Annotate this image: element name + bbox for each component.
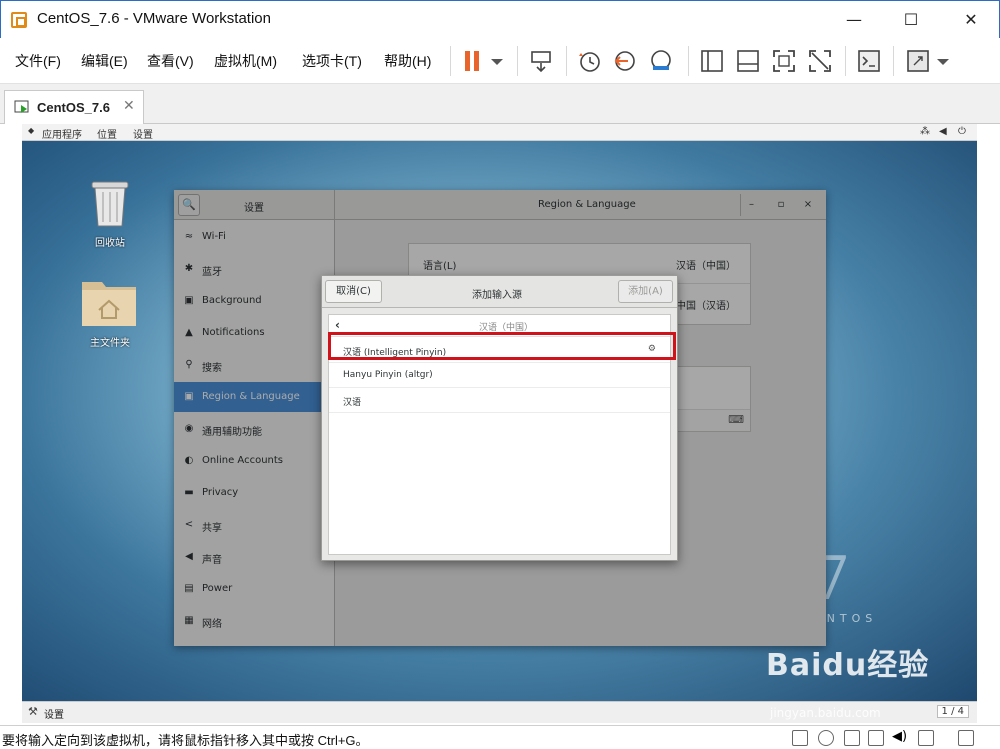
send-ctrl-alt-del-icon[interactable] <box>528 48 554 74</box>
trash-icon[interactable] <box>88 176 132 228</box>
maximize-button[interactable]: ☐ <box>886 1 936 39</box>
menubar: 文件(F) 编辑(E) 查看(V) 虚拟机(M) 选项卡(T) 帮助(H) <box>0 38 1000 84</box>
tabbar: CentOS_7.6 ✕ <box>0 84 1000 124</box>
guest-screen[interactable]: ◆ 应用程序 位置 设置 ⁂ ◀ ⏻ 回收站 主文件夹 7 CENTOS 🔍 设… <box>22 124 977 701</box>
toolbar-separator <box>893 46 894 76</box>
toolbar-separator <box>450 46 451 76</box>
toolbar-separator <box>845 46 846 76</box>
toolbar-separator <box>517 46 518 76</box>
display-icon[interactable] <box>918 730 934 746</box>
home-folder-label: 主文件夹 <box>90 338 130 349</box>
stretch-guest-icon[interactable] <box>905 48 931 74</box>
status-message: 要将输入定向到该虚拟机，请将鼠标指针移入其中或按 Ctrl+G。 <box>2 733 369 748</box>
menu-edit[interactable]: 编辑(E) <box>81 51 128 71</box>
window-title: CentOS_7.6 - VMware Workstation <box>37 10 271 27</box>
workspace-indicator[interactable]: 1 / 4 <box>936 705 969 718</box>
statusbar: 要将输入定向到该虚拟机，请将鼠标指针移入其中或按 Ctrl+G。 ◀) <box>0 725 1000 749</box>
chevron-left-icon[interactable]: ‹ <box>335 318 340 332</box>
dialog-title: 添加输入源 <box>472 290 522 301</box>
vmware-titlebar: CentOS_7.6 - VMware Workstation — ☐ ✕ <box>0 0 1000 38</box>
applications-menu[interactable]: 应用程序 <box>42 126 82 141</box>
vm-tab-icon <box>14 100 29 113</box>
vmware-app-icon <box>11 12 27 28</box>
menu-tabs[interactable]: 选项卡(T) <box>302 51 362 71</box>
trash-label: 回收站 <box>95 238 125 249</box>
baidu-watermark: Baidu经验 <box>766 648 930 683</box>
list-item[interactable]: 汉语 <box>329 388 670 413</box>
full-screen-icon[interactable] <box>771 48 797 74</box>
stretch-dropdown-icon[interactable] <box>933 48 953 74</box>
network-adapter-icon[interactable] <box>844 730 860 746</box>
revert-snapshot-icon[interactable] <box>612 48 638 74</box>
toolbar-separator <box>566 46 567 76</box>
tab-centos[interactable]: CentOS_7.6 ✕ <box>4 90 144 124</box>
list-item-label: 汉语 <box>343 398 362 408</box>
power-status-icon[interactable]: ⏻ <box>958 126 966 137</box>
minimize-button[interactable]: — <box>829 1 879 39</box>
highlight-box <box>328 332 676 360</box>
tab-close-icon[interactable]: ✕ <box>123 98 135 114</box>
close-button[interactable]: ✕ <box>946 1 996 39</box>
network-status-icon[interactable]: ⁂ <box>920 126 930 137</box>
list-item[interactable]: Hanyu Pinyin (altgr) <box>329 363 670 388</box>
home-folder-icon[interactable] <box>80 272 138 330</box>
pause-icon[interactable] <box>460 48 486 74</box>
menu-help[interactable]: 帮助(H) <box>384 51 431 71</box>
pause-dropdown-icon[interactable] <box>487 48 507 74</box>
add-input-source-dialog: 取消(C) 添加输入源 添加(A) ‹ 汉语（中国） 汉语 (Intellige… <box>321 275 678 561</box>
gnome-top-bar: ◆ 应用程序 位置 设置 ⁂ ◀ ⏻ <box>22 124 977 141</box>
hard-disk-icon[interactable] <box>792 730 808 746</box>
snapshot-icon[interactable] <box>576 48 602 74</box>
sound-card-icon[interactable]: ◀) <box>892 729 908 745</box>
snapshot-manager-icon[interactable] <box>648 48 674 74</box>
toolbar-separator <box>688 46 689 76</box>
cd-rom-icon[interactable] <box>818 730 834 746</box>
places-menu[interactable]: 位置 <box>97 126 117 141</box>
settings-menu[interactable]: 设置 <box>133 126 153 141</box>
thumbnail-view-icon[interactable] <box>735 48 761 74</box>
menu-file[interactable]: 文件(F) <box>15 51 61 71</box>
message-icon[interactable] <box>958 730 974 746</box>
add-button[interactable]: 添加(A) <box>618 280 673 303</box>
dialog-headerbar: 取消(C) 添加输入源 添加(A) <box>322 276 677 308</box>
unity-mode-icon[interactable] <box>807 48 833 74</box>
cancel-button[interactable]: 取消(C) <box>325 280 382 303</box>
console-view-icon[interactable] <box>856 48 882 74</box>
list-item-label: Hanyu Pinyin (altgr) <box>343 370 433 380</box>
applications-icon: ◆ <box>28 126 35 135</box>
usb-icon[interactable] <box>868 730 884 746</box>
library-view-icon[interactable] <box>699 48 725 74</box>
guest-taskbar-item[interactable]: 设置 <box>44 706 64 721</box>
vm-left-border <box>0 124 22 725</box>
baidu-watermark-url: jingyan.baidu.com <box>770 706 881 720</box>
settings-task-icon: ⚒ <box>28 705 38 718</box>
tab-label: CentOS_7.6 <box>37 100 110 115</box>
volume-status-icon[interactable]: ◀ <box>939 126 947 137</box>
vm-right-border <box>977 124 999 725</box>
menu-vm[interactable]: 虚拟机(M) <box>214 51 277 71</box>
menu-view[interactable]: 查看(V) <box>147 51 194 71</box>
